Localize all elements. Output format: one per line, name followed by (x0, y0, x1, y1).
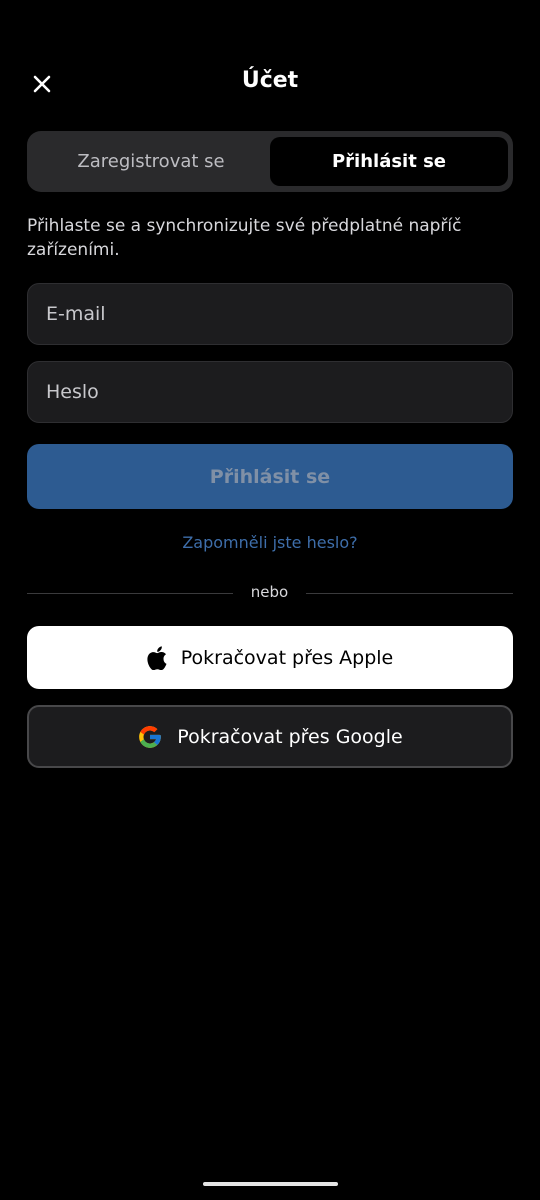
password-field[interactable] (27, 361, 513, 423)
apple-logo-icon (147, 645, 167, 670)
home-indicator[interactable] (203, 1182, 338, 1186)
divider-label: nebo (250, 583, 289, 601)
divider-line-left (27, 593, 233, 594)
apple-button-label: Pokračovat přes Apple (180, 646, 394, 669)
page-title: Účet (241, 68, 299, 93)
divider-line-right (306, 593, 513, 594)
forgot-password-link[interactable]: Zapomněli jste heslo? (0, 533, 540, 552)
google-logo-icon (137, 724, 163, 750)
tab-login[interactable]: Přihlásit se (270, 137, 508, 186)
login-button[interactable]: Přihlásit se (27, 444, 513, 509)
continue-with-google-button[interactable]: Pokračovat přes Google (27, 705, 513, 768)
email-field[interactable] (27, 283, 513, 345)
header: Účet (0, 56, 540, 112)
google-button-label: Pokračovat přes Google (177, 725, 403, 748)
tab-register[interactable]: Zaregistrovat se (32, 137, 270, 186)
auth-mode-switch: Zaregistrovat se Přihlásit se (27, 131, 513, 192)
continue-with-apple-button[interactable]: Pokračovat přes Apple (27, 626, 513, 689)
login-description: Přihlaste se a synchronizujte své předpl… (27, 216, 462, 260)
